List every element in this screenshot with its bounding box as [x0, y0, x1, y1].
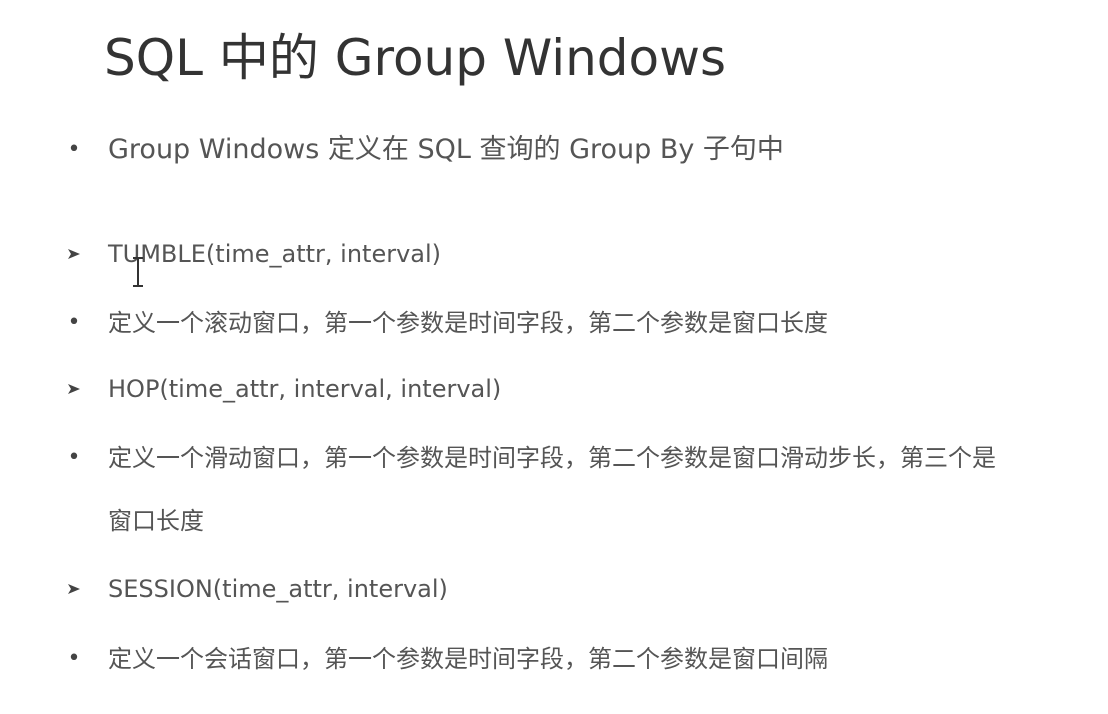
function-text: HOP(time_attr, interval, interval)	[108, 375, 502, 403]
description-text: 定义一个滚动窗口，第一个参数是时间字段，第二个参数是窗口长度	[108, 309, 828, 337]
bullet-dot-icon: •	[67, 310, 81, 335]
list-item: • 定义一个滚动窗口，第一个参数是时间字段，第二个参数是窗口长度	[0, 305, 1108, 341]
bullet-dot-icon: •	[67, 445, 81, 470]
arrow-bullet-icon	[62, 236, 86, 272]
list-item: • Group Windows 定义在 SQL 查询的 Group By 子句中	[0, 132, 1108, 168]
description-continuation-text: 窗口长度	[108, 507, 204, 535]
function-text: SESSION(time_attr, interval)	[108, 575, 448, 603]
description-text: 定义一个会话窗口，第一个参数是时间字段，第二个参数是窗口间隔	[108, 645, 828, 673]
arrow-bullet-icon	[62, 571, 86, 607]
list-item: HOP(time_attr, interval, interval)	[0, 371, 1108, 407]
text-cursor-icon	[133, 257, 143, 287]
list-item: TUMBLE(time_attr, interval)	[0, 236, 1108, 272]
bullet-dot-icon: •	[67, 137, 81, 162]
intro-text: Group Windows 定义在 SQL 查询的 Group By 子句中	[108, 134, 784, 165]
list-item: SESSION(time_attr, interval)	[0, 571, 1108, 607]
slide-title: SQL 中的 Group Windows	[104, 29, 727, 87]
list-item-continuation: 窗口长度	[0, 503, 1108, 539]
list-item: • 定义一个会话窗口，第一个参数是时间字段，第二个参数是窗口间隔	[0, 641, 1108, 677]
function-text: TUMBLE(time_attr, interval)	[108, 240, 442, 268]
arrow-bullet-icon	[62, 371, 86, 407]
slide: SQL 中的 Group Windows • Group Windows 定义在…	[0, 0, 1108, 714]
list-item: • 定义一个滑动窗口，第一个参数是时间字段，第二个参数是窗口滑动步长，第三个是	[0, 440, 1108, 476]
bullet-dot-icon: •	[67, 646, 81, 671]
description-text: 定义一个滑动窗口，第一个参数是时间字段，第二个参数是窗口滑动步长，第三个是	[108, 444, 996, 472]
